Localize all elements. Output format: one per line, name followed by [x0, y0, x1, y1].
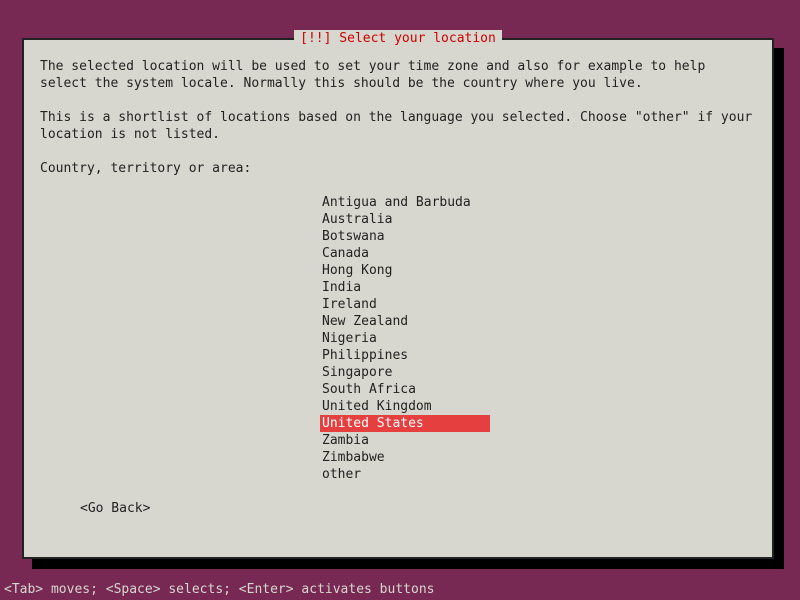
description-2: This is a shortlist of locations based o…: [40, 109, 756, 143]
dialog-content: The selected location will be used to se…: [24, 40, 772, 527]
dialog-title: [!!] Select your location: [294, 30, 502, 47]
list-item[interactable]: Antigua and Barbuda: [320, 194, 473, 211]
list-item[interactable]: Hong Kong: [320, 262, 394, 279]
list-item[interactable]: Zimbabwe: [320, 449, 387, 466]
list-item[interactable]: India: [320, 279, 363, 296]
list-item[interactable]: New Zealand: [320, 313, 410, 330]
list-item[interactable]: Canada: [320, 245, 371, 262]
list-item[interactable]: United States: [320, 415, 490, 432]
list-item[interactable]: Zambia: [320, 432, 371, 449]
list-item[interactable]: United Kingdom: [320, 398, 434, 415]
list-item[interactable]: Botswana: [320, 228, 387, 245]
go-back-button[interactable]: <Go Back>: [80, 501, 150, 516]
list-item[interactable]: Singapore: [320, 364, 394, 381]
footer-hint: <Tab> moves; <Space> selects; <Enter> ac…: [4, 581, 434, 598]
location-list[interactable]: Antigua and BarbudaAustraliaBotswanaCana…: [320, 194, 756, 483]
description-1: The selected location will be used to se…: [40, 58, 756, 92]
list-item[interactable]: Nigeria: [320, 330, 379, 347]
title-text: Select your location: [339, 31, 496, 46]
prompt-label: Country, territory or area:: [40, 160, 756, 177]
list-item[interactable]: Philippines: [320, 347, 410, 364]
list-item[interactable]: Ireland: [320, 296, 379, 313]
list-item[interactable]: other: [320, 466, 363, 483]
list-item[interactable]: Australia: [320, 211, 394, 228]
location-dialog: [!!] Select your location The selected l…: [22, 38, 774, 559]
title-prefix: [!!]: [300, 31, 331, 46]
list-item[interactable]: South Africa: [320, 381, 418, 398]
dialog-title-row: [!!] Select your location: [24, 30, 772, 47]
